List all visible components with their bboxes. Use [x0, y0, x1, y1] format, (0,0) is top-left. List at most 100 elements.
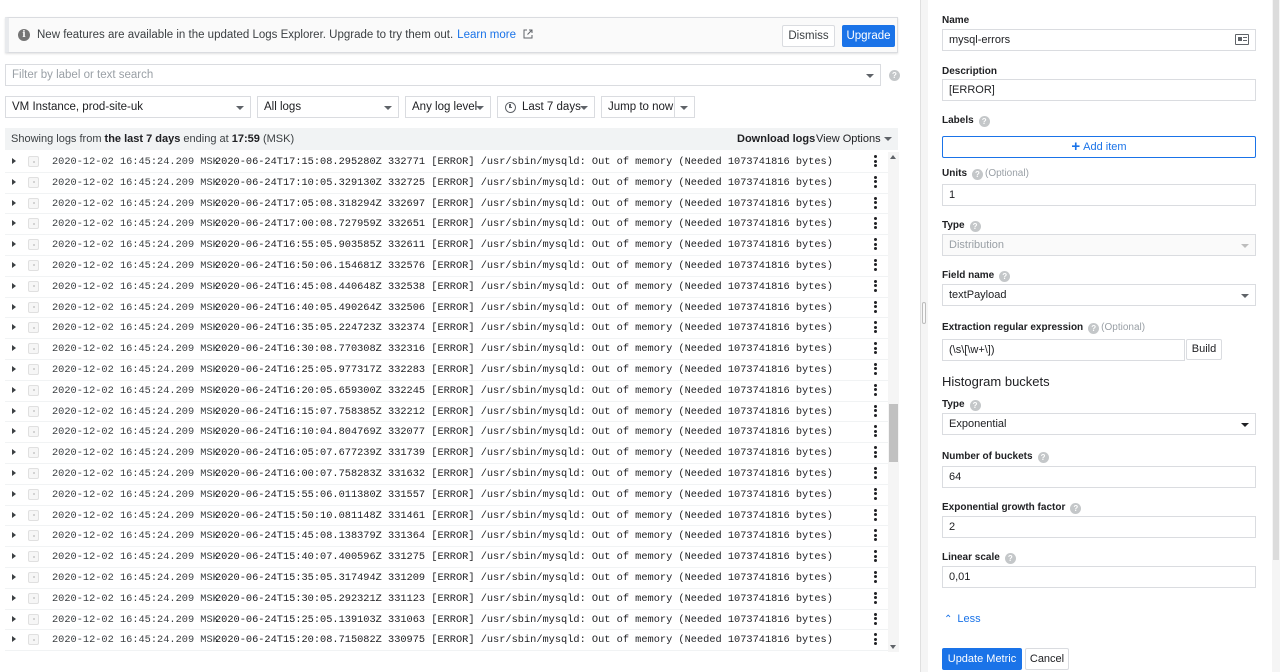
more-vert-icon[interactable]	[871, 321, 879, 335]
expand-arrow-icon[interactable]	[12, 407, 16, 414]
panel-scrollbar[interactable]	[1272, 0, 1280, 672]
view-options-button[interactable]: View Options	[816, 128, 881, 150]
help-icon[interactable]: ?	[889, 70, 900, 81]
log-row[interactable]: 2020-12-02 16:45:24.209 MSK 2020-06-24T17…	[5, 152, 888, 173]
log-row[interactable]: 2020-12-02 16:45:24.209 MSK 2020-06-24T17…	[5, 214, 888, 236]
chevron-down-icon[interactable]	[680, 106, 688, 110]
expand-arrow-icon[interactable]	[12, 365, 16, 372]
help-icon[interactable]: ?	[1088, 323, 1100, 334]
drag-handle-icon[interactable]	[922, 302, 926, 324]
log-row[interactable]: 2020-12-02 16:45:24.209 MSK 2020-06-24T15…	[5, 630, 888, 652]
filter-dropdown-icon[interactable]	[866, 74, 874, 78]
update-metric-button[interactable]: Update Metric	[942, 648, 1022, 670]
linear-scale-field[interactable]	[942, 566, 1256, 588]
expand-arrow-icon[interactable]	[12, 345, 16, 352]
log-row[interactable]: 2020-12-02 16:45:24.209 MSK 2020-06-24T16…	[5, 277, 888, 298]
number-of-buckets-input[interactable]	[949, 467, 1255, 487]
name-input[interactable]	[949, 30, 1255, 50]
log-row[interactable]: 2020-12-02 16:45:24.209 MSK 2020-06-24T16…	[5, 464, 888, 485]
expand-arrow-icon[interactable]	[12, 282, 16, 289]
build-button[interactable]: Build	[1186, 339, 1222, 360]
help-icon[interactable]: ?	[972, 169, 983, 180]
log-row[interactable]: 2020-12-02 16:45:24.209 MSK 2020-06-24T17…	[5, 173, 888, 194]
more-vert-icon[interactable]	[871, 466, 879, 481]
log-row[interactable]: 2020-12-02 16:45:24.209 MSK 2020-06-24T16…	[5, 339, 888, 360]
upgrade-button[interactable]: Upgrade	[842, 25, 895, 47]
log-row[interactable]: 2020-12-02 16:45:24.209 MSK 2020-06-24T15…	[5, 485, 888, 506]
log-row[interactable]: 2020-12-02 16:45:24.209 MSK 2020-06-24T16…	[5, 235, 888, 256]
download-logs-button[interactable]: Download logs	[737, 128, 815, 150]
expand-arrow-icon[interactable]	[12, 428, 16, 435]
jump-to-now-button[interactable]: Jump to now	[601, 96, 695, 118]
dismiss-button[interactable]: Dismiss	[782, 25, 835, 47]
scroll-down-icon[interactable]	[890, 645, 896, 649]
learn-more-link[interactable]: Learn more	[457, 29, 516, 41]
log-row[interactable]: 2020-12-02 16:45:24.209 MSK 2020-06-24T16…	[5, 381, 888, 402]
log-row[interactable]: 2020-12-02 16:45:24.209 MSK 2020-06-24T16…	[5, 318, 888, 340]
number-of-buckets-field[interactable]	[942, 466, 1256, 488]
more-vert-icon[interactable]	[871, 612, 879, 627]
regex-field[interactable]	[942, 339, 1185, 361]
description-field[interactable]	[942, 79, 1256, 101]
more-vert-icon[interactable]	[871, 591, 879, 606]
growth-factor-field[interactable]	[942, 516, 1256, 538]
card-icon[interactable]	[1235, 34, 1249, 45]
filter-input[interactable]	[6, 65, 846, 85]
log-row[interactable]: 2020-12-02 16:45:24.209 MSK 2020-06-24T16…	[5, 256, 888, 277]
more-vert-icon[interactable]	[871, 175, 879, 190]
log-row[interactable]: 2020-12-02 16:45:24.209 MSK 2020-06-24T15…	[5, 547, 888, 568]
expand-arrow-icon[interactable]	[12, 449, 16, 456]
more-vert-icon[interactable]	[871, 238, 879, 252]
external-link-icon[interactable]	[523, 29, 533, 39]
help-icon[interactable]: ?	[1070, 503, 1082, 514]
log-scrollbar[interactable]	[888, 152, 899, 652]
regex-input[interactable]	[949, 340, 1184, 360]
expand-arrow-icon[interactable]	[12, 158, 16, 164]
bucket-type-select[interactable]: Exponential	[942, 413, 1256, 435]
log-row[interactable]: 2020-12-02 16:45:24.209 MSK 2020-06-24T16…	[5, 298, 888, 319]
scrollbar-thumb[interactable]	[889, 404, 898, 462]
more-vert-icon[interactable]	[871, 446, 879, 460]
expand-arrow-icon[interactable]	[12, 199, 16, 206]
more-vert-icon[interactable]	[871, 196, 879, 211]
more-vert-icon[interactable]	[871, 404, 879, 419]
help-icon[interactable]: ?	[1037, 452, 1049, 463]
expand-arrow-icon[interactable]	[12, 324, 16, 331]
expand-arrow-icon[interactable]	[12, 615, 16, 622]
scroll-up-icon[interactable]	[890, 155, 896, 159]
more-vert-icon[interactable]	[871, 425, 879, 439]
less-toggle[interactable]: ⌃ Less	[944, 613, 981, 625]
add-item-button[interactable]: + Add item	[942, 136, 1256, 158]
pane-splitter[interactable]	[920, 0, 928, 672]
more-vert-icon[interactable]	[871, 550, 879, 564]
log-row[interactable]: 2020-12-02 16:45:24.209 MSK 2020-06-24T15…	[5, 568, 888, 589]
expand-arrow-icon[interactable]	[12, 241, 16, 248]
expand-arrow-icon[interactable]	[12, 532, 16, 539]
more-vert-icon[interactable]	[871, 342, 879, 356]
expand-arrow-icon[interactable]	[12, 303, 16, 310]
log-row[interactable]: 2020-12-02 16:45:24.209 MSK 2020-06-24T15…	[5, 610, 888, 631]
expand-arrow-icon[interactable]	[12, 178, 16, 185]
growth-factor-input[interactable]	[949, 517, 1255, 537]
help-icon[interactable]: ?	[1004, 553, 1016, 564]
more-vert-icon[interactable]	[871, 362, 879, 377]
expand-arrow-icon[interactable]	[12, 636, 16, 643]
time-range-selector[interactable]: Last 7 days	[497, 96, 595, 118]
help-icon[interactable]: ?	[969, 400, 981, 411]
help-icon[interactable]: ?	[999, 271, 1011, 282]
more-vert-icon[interactable]	[871, 633, 879, 647]
expand-arrow-icon[interactable]	[12, 469, 16, 476]
more-vert-icon[interactable]	[871, 279, 879, 294]
name-field[interactable]	[942, 29, 1256, 51]
help-icon[interactable]: ?	[978, 116, 990, 127]
more-vert-icon[interactable]	[871, 487, 879, 502]
expand-arrow-icon[interactable]	[12, 261, 16, 268]
field-name-select[interactable]: textPayload	[942, 284, 1256, 306]
more-vert-icon[interactable]	[871, 508, 879, 523]
log-row[interactable]: 2020-12-02 16:45:24.209 MSK 2020-06-24T16…	[5, 443, 888, 464]
log-level-selector[interactable]: Any log level	[405, 96, 491, 118]
log-row[interactable]: 2020-12-02 16:45:24.209 MSK 2020-06-24T16…	[5, 422, 888, 444]
log-row[interactable]: 2020-12-02 16:45:24.209 MSK 2020-06-24T15…	[5, 589, 888, 610]
resource-selector[interactable]: VM Instance, prod-site-uk	[5, 96, 251, 118]
description-input[interactable]	[949, 80, 1255, 100]
